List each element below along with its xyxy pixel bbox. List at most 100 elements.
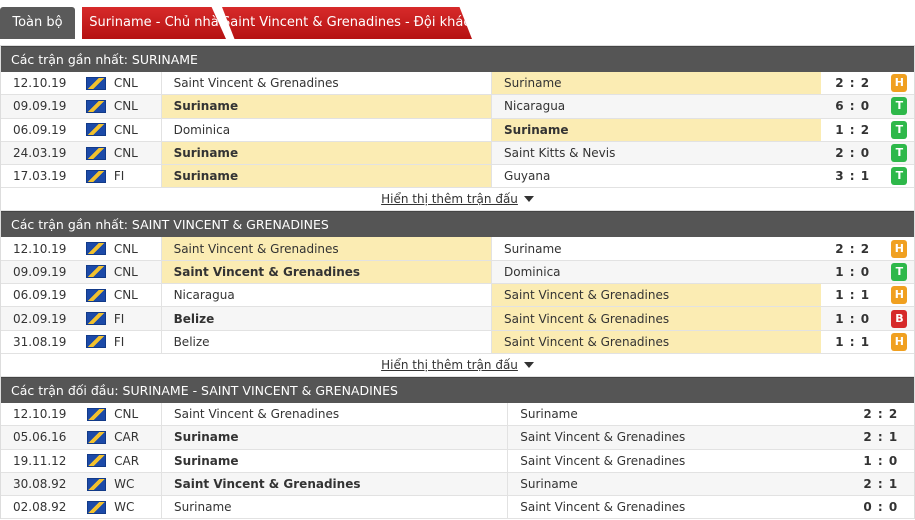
section-title: Các trận gần nhất: SAINT VINCENT & GRENA… bbox=[1, 211, 914, 238]
competition-flag-icon bbox=[86, 146, 106, 160]
away-team[interactable]: Saint Vincent & Grenadines bbox=[507, 426, 847, 449]
match-row[interactable]: 09.09.19 CNL Saint Vincent & Grenadines … bbox=[1, 260, 914, 285]
match-score[interactable]: 2 : 1 bbox=[848, 477, 914, 491]
home-team[interactable]: Suriname bbox=[161, 426, 507, 449]
match-score[interactable]: 2 : 2 bbox=[848, 407, 914, 421]
away-team[interactable]: Dominica bbox=[491, 260, 820, 284]
away-team[interactable]: Suriname bbox=[491, 237, 820, 260]
competition-flag-icon bbox=[86, 430, 107, 444]
show-more-link[interactable]: Hiển thị thêm trận đấu bbox=[381, 358, 518, 372]
away-team[interactable]: Guyana bbox=[491, 165, 820, 188]
match-row[interactable]: 02.08.92 WC Suriname Saint Vincent & Gre… bbox=[1, 496, 914, 520]
match-row[interactable]: 06.09.19 CNL Dominica Suriname 1 : 2 T bbox=[1, 118, 914, 142]
caret-down-icon[interactable] bbox=[523, 196, 534, 203]
competition-flag-icon bbox=[86, 99, 106, 113]
match-score[interactable]: 0 : 0 bbox=[848, 500, 914, 514]
competition-code: FI bbox=[113, 311, 125, 326]
match-date: 31.08.19 bbox=[13, 334, 67, 349]
competition-code: FI bbox=[113, 334, 125, 349]
match-score[interactable]: 1 : 0 bbox=[848, 454, 914, 468]
away-team[interactable]: Saint Vincent & Grenadines bbox=[507, 449, 847, 472]
competition-flag-icon bbox=[86, 76, 106, 90]
match-list: 12.10.19 CNL Saint Vincent & Grenadines … bbox=[1, 402, 914, 520]
tab-home[interactable]: Suriname - Chủ nhà bbox=[82, 7, 226, 39]
result-cell: T bbox=[885, 97, 914, 116]
match-score[interactable]: 6 : 0 bbox=[821, 99, 885, 113]
section-title: Các trận đối đầu: SURINAME - SAINT VINCE… bbox=[1, 376, 914, 403]
competition-code: CNL bbox=[113, 241, 138, 256]
match-row[interactable]: 12.10.19 CNL Saint Vincent & Grenadines … bbox=[1, 72, 914, 96]
tab-bar: Toàn bộ Suriname - Chủ nhà Saint Vincent… bbox=[0, 0, 915, 46]
home-team[interactable]: Suriname bbox=[160, 95, 492, 118]
match-score[interactable]: 1 : 0 bbox=[821, 312, 885, 326]
away-team[interactable]: Saint Kitts & Nevis bbox=[491, 141, 820, 165]
competition-code: CNL bbox=[113, 146, 138, 161]
match-score[interactable]: 2 : 1 bbox=[848, 430, 914, 444]
match-score[interactable]: 1 : 2 bbox=[821, 123, 885, 137]
competition-code: WC bbox=[114, 500, 135, 515]
away-team[interactable]: Suriname bbox=[507, 402, 847, 426]
match-row[interactable]: 19.11.12 CAR Suriname Saint Vincent & Gr… bbox=[1, 449, 914, 473]
away-team[interactable]: Suriname bbox=[491, 72, 821, 95]
away-team[interactable]: Saint Vincent & Grenadines bbox=[491, 307, 821, 330]
tab-all[interactable]: Toàn bộ bbox=[0, 7, 75, 39]
match-score[interactable]: 1 : 1 bbox=[821, 288, 885, 302]
match-row[interactable]: 12.10.19 CNL Saint Vincent & Grenadines … bbox=[1, 402, 914, 427]
match-row[interactable]: 06.09.19 CNL Nicaragua Saint Vincent & G… bbox=[1, 284, 914, 308]
away-team[interactable]: Suriname bbox=[491, 118, 821, 141]
result-cell: H bbox=[885, 239, 914, 258]
show-more-link[interactable]: Hiển thị thêm trận đấu bbox=[381, 192, 518, 206]
home-team[interactable]: Belize bbox=[160, 330, 491, 353]
match-date: 09.09.19 bbox=[13, 99, 67, 114]
home-team[interactable]: Saint Vincent & Grenadines bbox=[161, 402, 507, 426]
match-score[interactable]: 1 : 1 bbox=[821, 335, 885, 349]
match-row[interactable]: 24.03.19 CNL Suriname Saint Kitts & Nevi… bbox=[1, 141, 914, 166]
caret-down-icon[interactable] bbox=[523, 361, 534, 368]
match-score[interactable]: 2 : 2 bbox=[821, 76, 885, 90]
match-score[interactable]: 1 : 0 bbox=[821, 265, 885, 279]
home-team[interactable]: Saint Vincent & Grenadines bbox=[161, 472, 507, 496]
match-date: 06.09.19 bbox=[13, 288, 67, 303]
result-badge: T bbox=[891, 120, 908, 139]
home-team[interactable]: Saint Vincent & Grenadines bbox=[160, 260, 492, 284]
match-list: 12.10.19 CNL Saint Vincent & Grenadines … bbox=[1, 72, 914, 189]
match-row[interactable]: 09.09.19 CNL Suriname Nicaragua 6 : 0 T bbox=[1, 95, 914, 119]
match-row[interactable]: 05.06.16 CAR Suriname Saint Vincent & Gr… bbox=[1, 426, 914, 450]
away-team[interactable]: Saint Vincent & Grenadines bbox=[507, 496, 847, 519]
match-score[interactable]: 3 : 1 bbox=[821, 169, 885, 183]
match-score[interactable]: 2 : 2 bbox=[821, 242, 885, 256]
home-team[interactable]: Suriname bbox=[160, 141, 492, 165]
match-row[interactable]: 30.08.92 WC Saint Vincent & Grenadines S… bbox=[1, 472, 914, 497]
competition-code: CNL bbox=[113, 122, 138, 137]
home-team[interactable]: Belize bbox=[160, 307, 491, 330]
home-team[interactable]: Suriname bbox=[160, 165, 492, 188]
home-team[interactable]: Saint Vincent & Grenadines bbox=[160, 72, 491, 95]
away-team[interactable]: Saint Vincent & Grenadines bbox=[491, 284, 821, 307]
show-more-row: Hiển thị thêm trận đấu bbox=[1, 188, 914, 212]
away-team[interactable]: Suriname bbox=[507, 472, 847, 496]
competition-flag-icon bbox=[86, 407, 107, 421]
competition-flag-icon bbox=[86, 500, 107, 514]
result-badge: T bbox=[891, 167, 908, 186]
match-row[interactable]: 12.10.19 CNL Saint Vincent & Grenadines … bbox=[1, 237, 914, 261]
home-team[interactable]: Saint Vincent & Grenadines bbox=[160, 237, 492, 260]
competition-flag-icon bbox=[86, 265, 106, 279]
match-row[interactable]: 17.03.19 FI Suriname Guyana 3 : 1 T bbox=[1, 165, 914, 189]
competition-code: CAR bbox=[114, 453, 140, 468]
match-list: 12.10.19 CNL Saint Vincent & Grenadines … bbox=[1, 237, 914, 354]
competition-code: CNL bbox=[114, 407, 139, 422]
result-cell: B bbox=[885, 309, 914, 328]
match-date: 30.08.92 bbox=[13, 477, 67, 491]
tab-away[interactable]: Saint Vincent & Grenadines - Đội khách bbox=[222, 7, 472, 39]
home-team[interactable]: Suriname bbox=[161, 449, 507, 472]
home-team[interactable]: Nicaragua bbox=[160, 284, 491, 307]
match-row[interactable]: 31.08.19 FI Belize Saint Vincent & Grena… bbox=[1, 330, 914, 354]
match-date: 02.09.19 bbox=[13, 311, 67, 326]
match-score[interactable]: 2 : 0 bbox=[821, 146, 885, 160]
match-row[interactable]: 02.09.19 FI Belize Saint Vincent & Grena… bbox=[1, 307, 914, 331]
home-team[interactable]: Dominica bbox=[160, 118, 491, 141]
home-team[interactable]: Suriname bbox=[161, 496, 507, 519]
away-team[interactable]: Nicaragua bbox=[491, 95, 820, 118]
result-cell: H bbox=[885, 74, 914, 93]
away-team[interactable]: Saint Vincent & Grenadines bbox=[491, 330, 821, 353]
